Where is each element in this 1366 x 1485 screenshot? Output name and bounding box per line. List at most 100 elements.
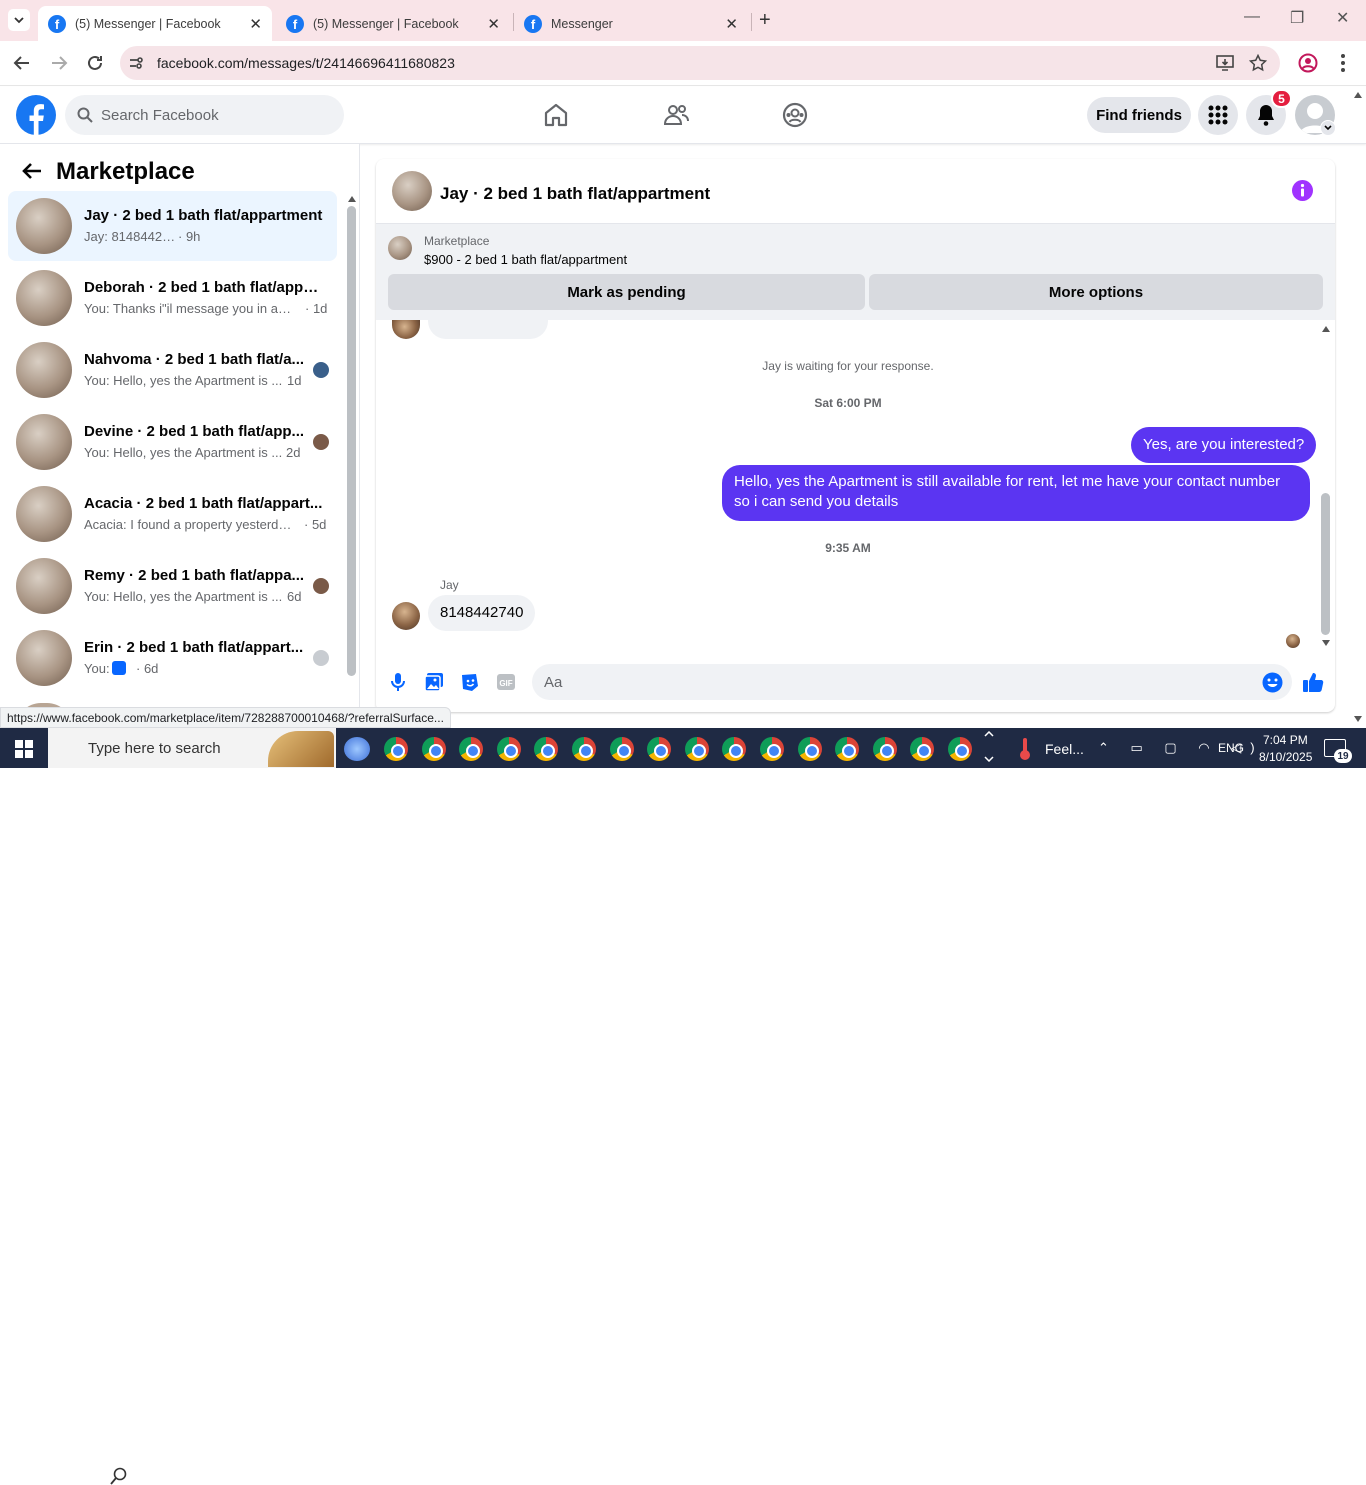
- chat-scroll-up-arrow[interactable]: [1322, 326, 1330, 332]
- new-tab-button[interactable]: +: [759, 9, 771, 32]
- tab-messenger-3[interactable]: f Messenger ✕: [514, 6, 748, 41]
- listing-avatar[interactable]: [392, 171, 432, 211]
- taskbar-app-icon[interactable]: [344, 737, 370, 761]
- listing-thumb[interactable]: [388, 236, 412, 260]
- conversation-item[interactable]: Remy · 2 bed 1 bath flat/appa... You: Hel…: [8, 551, 337, 621]
- groups-icon[interactable]: [781, 101, 809, 129]
- conversation-item[interactable]: Acacia · 2 bed 1 bath flat/appart... Acac…: [8, 479, 337, 549]
- clock-time[interactable]: 7:04 PM: [1263, 733, 1308, 747]
- profile-icon[interactable]: [1298, 53, 1318, 73]
- outgoing-message[interactable]: Hello, yes the Apartment is still availa…: [722, 465, 1310, 521]
- gif-icon[interactable]: GIF: [496, 672, 516, 692]
- listing-thumbnail: [16, 198, 72, 254]
- facebook-logo-icon[interactable]: [16, 95, 56, 135]
- menu-dots-icon[interactable]: [1340, 53, 1346, 73]
- tab-messenger-2[interactable]: f (5) Messenger | Facebook ✕: [276, 6, 510, 41]
- reload-icon[interactable]: [86, 54, 104, 72]
- close-window-button[interactable]: ✕: [1336, 8, 1349, 28]
- tab-messenger-1[interactable]: f (5) Messenger | Facebook ✕: [38, 6, 272, 41]
- conversation-name: Nahvoma · 2 bed 1 bath flat/a...: [84, 351, 305, 368]
- chevron-down-icon[interactable]: [984, 756, 994, 762]
- scrollbar-thumb[interactable]: [347, 206, 356, 676]
- windows-start-icon[interactable]: [15, 740, 33, 758]
- conversation-time: · 6d: [136, 661, 159, 676]
- menu-button[interactable]: [1198, 95, 1238, 135]
- find-friends-button[interactable]: Find friends: [1087, 97, 1191, 133]
- install-app-icon[interactable]: [1216, 54, 1234, 72]
- chrome-taskbar-icon[interactable]: [609, 737, 634, 761]
- friends-icon[interactable]: [662, 101, 690, 129]
- listing-title[interactable]: $900 - 2 bed 1 bath flat/appartment: [424, 252, 627, 267]
- participant-avatar: [313, 578, 329, 594]
- emoji-icon[interactable]: [1262, 672, 1283, 693]
- conversation-name: Jay · 2 bed 1 bath flat/appartment: [84, 207, 323, 224]
- marketplace-label: Marketplace: [424, 234, 490, 248]
- thermometer-icon[interactable]: [1019, 737, 1031, 761]
- conversation-item[interactable]: Nahvoma · 2 bed 1 bath flat/a... You: Hel…: [8, 335, 337, 405]
- weather-text[interactable]: Feel...: [1045, 741, 1084, 757]
- chevron-up-icon[interactable]: [984, 731, 994, 737]
- conversation-snippet: Jay: 8148442740: [84, 229, 179, 244]
- incoming-message[interactable]: 8148442740: [428, 595, 536, 631]
- chrome-taskbar-icon[interactable]: [760, 737, 784, 761]
- chrome-taskbar-icon[interactable]: [948, 737, 972, 761]
- chrome-taskbar-icon[interactable]: [384, 737, 408, 761]
- outgoing-message[interactable]: Yes, are you interested?: [1131, 427, 1317, 463]
- clock-date[interactable]: 8/10/2025: [1259, 750, 1312, 764]
- message-input[interactable]: Aa: [532, 664, 1292, 700]
- chrome-taskbar-icon[interactable]: [647, 737, 672, 761]
- mark-as-pending-button[interactable]: Mark as pending: [388, 274, 865, 310]
- more-options-button[interactable]: More options: [869, 274, 1323, 310]
- site-info-icon[interactable]: [128, 55, 144, 71]
- tab-search-button[interactable]: [8, 9, 30, 31]
- bookmark-star-icon[interactable]: [1249, 54, 1267, 72]
- chat-scrollbar-thumb[interactable]: [1321, 493, 1330, 635]
- sender-avatar[interactable]: [392, 602, 420, 630]
- close-tab-icon[interactable]: ✕: [725, 15, 738, 33]
- sticker-icon[interactable]: [460, 672, 480, 692]
- chrome-taskbar-icon[interactable]: [496, 737, 521, 761]
- chrome-taskbar-icon[interactable]: [797, 737, 822, 761]
- chrome-taskbar-icon[interactable]: [872, 737, 897, 761]
- info-icon[interactable]: [1292, 180, 1313, 201]
- url-text[interactable]: facebook.com/messages/t/2414669641168082…: [157, 55, 455, 71]
- conversation-snippet: You: Hello, yes the Apartment is ...: [84, 589, 283, 604]
- close-tab-icon[interactable]: ✕: [249, 15, 262, 33]
- home-icon[interactable]: [543, 102, 569, 128]
- tab-title: Messenger: [551, 16, 613, 31]
- conversation-item[interactable]: Jay · 2 bed 1 bath flat/appartment Jay: 8…: [8, 191, 337, 261]
- scroll-up-arrow[interactable]: [348, 196, 356, 202]
- conversation-item[interactable]: Devine · 2 bed 1 bath flat/app... You: He…: [8, 407, 337, 477]
- thumbs-up-icon[interactable]: [1302, 671, 1324, 693]
- forward-arrow-icon[interactable]: [50, 54, 68, 72]
- search-placeholder: Search Facebook: [101, 106, 219, 124]
- chrome-taskbar-icon[interactable]: [572, 737, 596, 761]
- back-arrow-icon[interactable]: [22, 162, 42, 180]
- timestamp-935: 9:35 AM: [825, 541, 871, 555]
- conversation-item[interactable]: Erin · 2 bed 1 bath flat/appart... You: · …: [8, 623, 337, 693]
- minimize-button[interactable]: —: [1244, 8, 1260, 26]
- maximize-button[interactable]: ❐: [1290, 8, 1304, 28]
- conversation-snippet: You: Thanks i"il message you in a ...: [84, 301, 291, 316]
- chrome-taskbar-icon[interactable]: [684, 737, 709, 761]
- close-tab-icon[interactable]: ✕: [487, 15, 500, 33]
- microphone-icon[interactable]: [389, 672, 407, 692]
- chrome-taskbar-icon[interactable]: [459, 737, 484, 761]
- participant-avatar: [313, 362, 329, 378]
- chrome-taskbar-icon[interactable]: [421, 737, 446, 761]
- back-arrow-icon[interactable]: [13, 54, 31, 72]
- search-input[interactable]: Search Facebook: [65, 95, 344, 135]
- tab-title: (5) Messenger | Facebook: [75, 16, 221, 31]
- language-indicator[interactable]: ENG: [1218, 741, 1244, 755]
- account-chevron-icon[interactable]: [1320, 120, 1336, 136]
- conversation-time: · 9h: [178, 229, 201, 244]
- chat-scroll-down-arrow[interactable]: [1322, 640, 1330, 646]
- photo-icon[interactable]: [424, 672, 444, 692]
- chat-title[interactable]: Jay · 2 bed 1 bath flat/appartment: [440, 184, 710, 204]
- listing-thumbnail: [16, 270, 72, 326]
- chrome-taskbar-icon[interactable]: [835, 737, 860, 761]
- conversation-item[interactable]: Deborah · 2 bed 1 bath flat/appa... You: …: [8, 263, 337, 333]
- bell-icon: [1258, 105, 1274, 126]
- page-scroll-up-arrow[interactable]: [1354, 92, 1362, 98]
- page-scroll-down-arrow[interactable]: [1354, 716, 1362, 722]
